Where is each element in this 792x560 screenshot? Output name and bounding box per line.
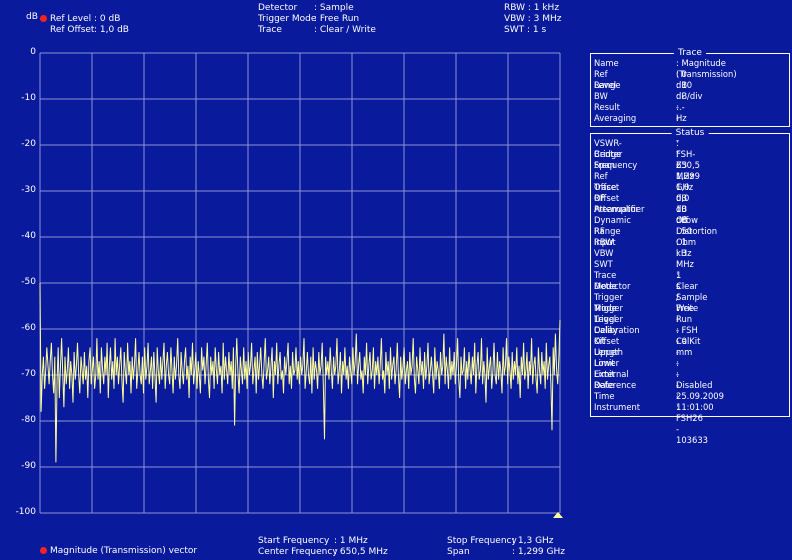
ref-level-value: : 0 dB: [94, 14, 121, 24]
plot-grid: [39, 52, 561, 514]
center-frequency-value: : 650,5 MHz: [334, 547, 388, 557]
row-key: Instrument: [594, 402, 641, 412]
row-key: Preamplifier: [594, 204, 645, 214]
stop-frequency-value: : 1,3 GHz: [512, 536, 554, 546]
center-frequency-label: Center Frequency: [258, 547, 338, 557]
y-tick-label: -10: [21, 93, 36, 103]
row-key: Span: [594, 160, 616, 170]
row-key: RBW: [594, 237, 614, 247]
footer-trace-legend: Magnitude (Transmission) vector: [40, 546, 197, 556]
row-key: Date: [594, 380, 615, 390]
row-key: Averaging: [594, 113, 637, 123]
y-tick-label: -40: [21, 231, 36, 241]
span-value: : 1,299 GHz: [512, 547, 565, 557]
y-tick-label: -90: [21, 461, 36, 471]
row-key: SWT: [594, 259, 613, 269]
start-frequency-value: : 1 MHz: [334, 536, 368, 546]
row-key: Range: [594, 80, 621, 90]
stop-frequency-label: Stop Frequency: [447, 536, 517, 546]
spectrum-plot[interactable]: [39, 52, 563, 518]
trigger-mode-value: : Free Run: [314, 14, 360, 24]
row-key: Result: [594, 102, 620, 112]
vbw-readout: VBW : 3 MHz: [504, 14, 562, 24]
marker-dot-icon: [40, 15, 47, 22]
y-tick-label: -80: [21, 415, 36, 425]
y-tick-label: -60: [21, 323, 36, 333]
row-key: Name: [594, 58, 619, 68]
status-panel: Status VSWR-Bridge: FSH-Z3 Center Frequen…: [590, 127, 790, 445]
trace-panel: Trace Name: Magnitude (Transmission) Ref …: [590, 47, 790, 156]
span-label: Span: [447, 547, 470, 557]
y-tick-label: -100: [15, 507, 36, 517]
ref-level-label: Ref Level: [50, 14, 92, 24]
row-key: Detector: [594, 281, 631, 291]
y-tick-label: -30: [21, 185, 36, 195]
trace-legend-dot-icon: [40, 547, 47, 554]
y-tick-label: -50: [21, 277, 36, 287]
spectrum-plot-svg: [39, 52, 563, 518]
y-tick-label: -20: [21, 139, 36, 149]
row-key: BW: [594, 91, 608, 101]
start-frequency-label: Start Frequency: [258, 536, 330, 546]
row-key: VBW: [594, 248, 614, 258]
ref-level-row: Ref Level: [40, 14, 91, 24]
ref-offset-label: Ref Offset: [50, 25, 95, 35]
swt-readout: SWT : 1 s: [504, 25, 547, 35]
y-tick-label: -70: [21, 369, 36, 379]
footer-trace-name: Magnitude (Transmission) vector: [50, 546, 198, 556]
y-unit-label: dB: [26, 12, 38, 22]
trigger-mode-label: Trigger Mode: [258, 14, 317, 24]
detector-value: : Sample: [314, 3, 354, 13]
trace-mode-value: : Clear / Write: [314, 25, 376, 35]
ref-offset-value: : 1,0 dB: [94, 25, 129, 35]
trace-mode-label: Trace: [258, 25, 282, 35]
y-tick-label: 0: [30, 47, 36, 57]
row-key: Time: [594, 391, 615, 401]
row-value: : FSH26 - 103633: [676, 402, 708, 445]
rbw-readout: RBW : 1 kHz: [504, 3, 560, 13]
detector-label: Detector: [258, 3, 298, 13]
